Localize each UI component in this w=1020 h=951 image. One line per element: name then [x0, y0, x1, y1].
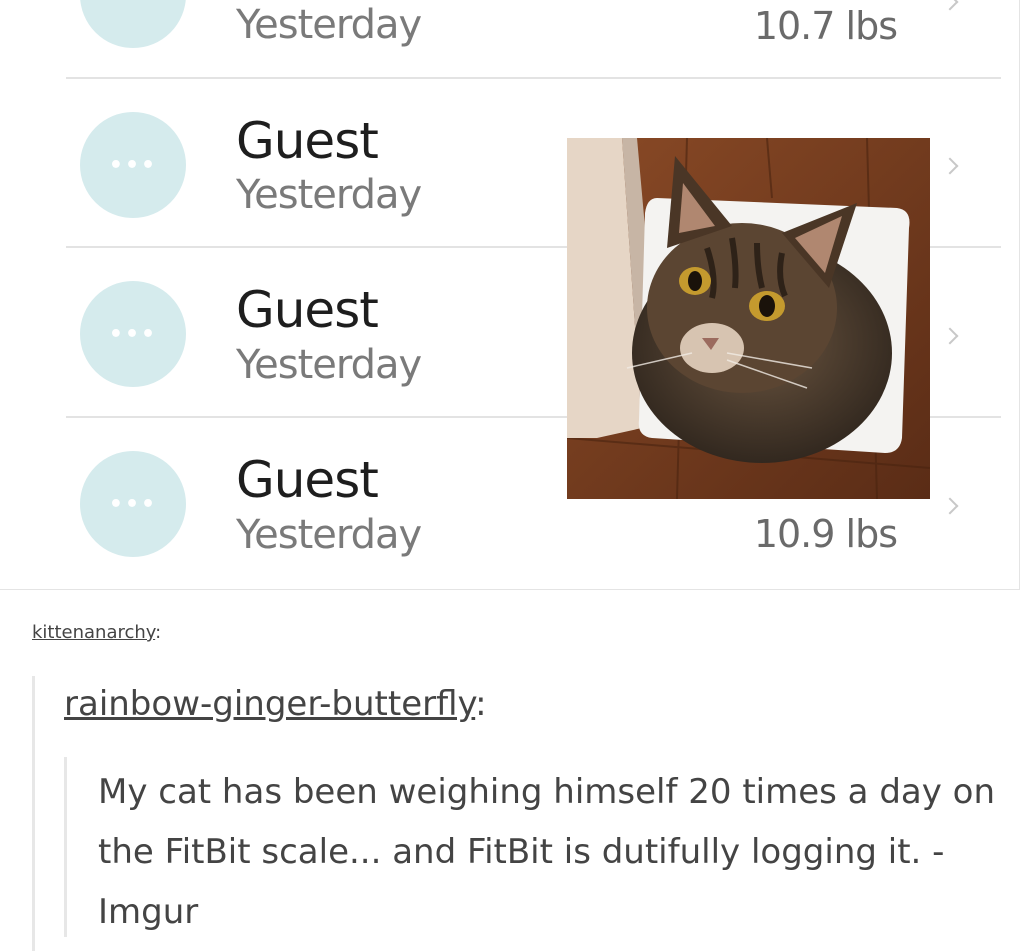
entry-weight: 10.9 lbs [753, 512, 898, 556]
original-poster-link[interactable]: rainbow-ginger-butterfly [64, 684, 475, 724]
reblogger-colon: : [155, 622, 162, 643]
avatar-dots-icon: ••• [108, 321, 158, 347]
entry-name: Guest [236, 451, 379, 509]
post-body-text: My cat has been weighing himself 20 time… [98, 772, 996, 932]
reblogger-link[interactable]: kittenanarchy [32, 622, 155, 643]
entry-date: Yesterday [236, 2, 422, 48]
entry-date: Yesterday [236, 512, 422, 558]
nested-quote-border [64, 757, 67, 937]
guest-avatar: ••• [80, 451, 186, 557]
chevron-right-icon [941, 0, 959, 11]
avatar-dots-icon: ••• [109, 0, 157, 8]
entry-name: Guest [236, 112, 379, 170]
cat-photo-illustration [567, 138, 930, 499]
original-poster-colon: : [475, 684, 487, 724]
guest-avatar: ••• [80, 112, 186, 218]
entry-date: Yesterday [236, 172, 422, 218]
avatar-dots-icon: ••• [108, 491, 158, 517]
guest-avatar: ••• [80, 0, 186, 48]
avatar-dots-icon: ••• [108, 152, 158, 178]
fitbit-log-screenshot: ••• Yesterday 10.7 lbs ••• Guest Yesterd… [0, 0, 1020, 590]
row-divider [66, 77, 1001, 79]
entry-name: Guest [236, 281, 379, 339]
guest-avatar: ••• [80, 281, 186, 387]
chevron-right-icon [941, 157, 959, 175]
reblogger-line: kittenanarchy: [32, 622, 161, 643]
original-poster-line: rainbow-ginger-butterfly: [64, 684, 487, 724]
entry-date: Yesterday [236, 342, 422, 388]
quote-border [32, 676, 35, 951]
chevron-right-icon [941, 327, 959, 345]
chevron-right-icon [941, 497, 959, 515]
entry-weight: 10.7 lbs [753, 4, 898, 48]
cat-on-scale-photo [567, 138, 930, 499]
